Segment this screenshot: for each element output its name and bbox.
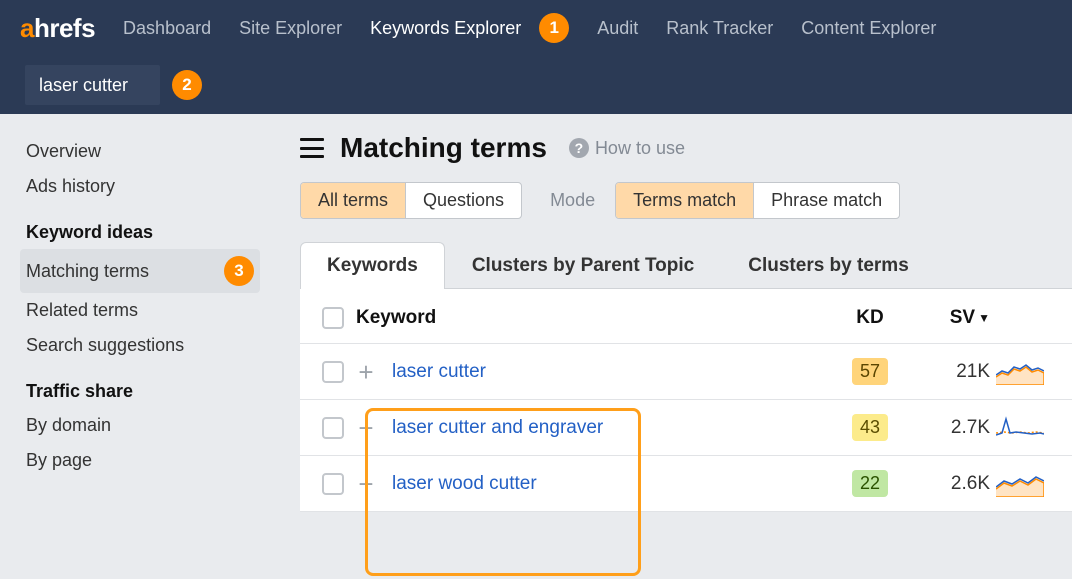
- filter-terms-match[interactable]: Terms match: [616, 183, 753, 218]
- column-keyword[interactable]: Keyword: [356, 307, 840, 329]
- annotation-badge-2: 2: [172, 70, 202, 100]
- nav-site-explorer[interactable]: Site Explorer: [239, 18, 342, 39]
- sidebar-section-keyword-ideas: Keyword ideas: [20, 204, 260, 249]
- column-sv[interactable]: SV▼: [900, 307, 990, 329]
- sidebar-section-traffic-share: Traffic share: [20, 363, 260, 408]
- table-tabs: Keywords Clusters by Parent Topic Cluste…: [300, 241, 1072, 289]
- sidebar-item-related-terms[interactable]: Related terms: [20, 293, 260, 328]
- nav-keywords-explorer[interactable]: Keywords Explorer: [370, 18, 521, 39]
- hamburger-icon[interactable]: [300, 138, 324, 158]
- sidebar-item-label: Matching terms: [26, 261, 149, 282]
- row-checkbox[interactable]: [322, 417, 344, 439]
- kd-value: 43: [852, 414, 888, 441]
- column-kd[interactable]: KD: [840, 307, 900, 329]
- main-content: Matching terms ? How to use All terms Qu…: [272, 114, 1072, 579]
- sidebar-item-by-domain[interactable]: By domain: [20, 408, 260, 443]
- filter-phrase-match[interactable]: Phrase match: [753, 183, 899, 218]
- nav-dashboard[interactable]: Dashboard: [123, 18, 211, 39]
- keyword-link[interactable]: laser wood cutter: [392, 473, 840, 495]
- row-checkbox[interactable]: [322, 361, 344, 383]
- nav-content-explorer[interactable]: Content Explorer: [801, 18, 936, 39]
- main-nav: Dashboard Site Explorer Keywords Explore…: [123, 13, 936, 43]
- nav-rank-tracker[interactable]: Rank Tracker: [666, 18, 773, 39]
- sort-desc-icon: ▼: [978, 311, 990, 325]
- row-checkbox[interactable]: [322, 473, 344, 495]
- sv-value: 2.6K: [900, 473, 990, 495]
- sv-value: 21K: [900, 361, 990, 383]
- keyword-search-input[interactable]: [25, 65, 160, 105]
- sidebar-item-matching-terms[interactable]: Matching terms 3: [20, 249, 260, 293]
- table-row: + laser cutter 57 21K: [300, 344, 1072, 400]
- sv-value: 2.7K: [900, 417, 990, 439]
- keyword-link[interactable]: laser cutter and engraver: [392, 417, 840, 439]
- search-bar: 2: [0, 56, 1072, 114]
- mode-filter-group: Terms match Phrase match: [615, 182, 900, 219]
- select-all-checkbox[interactable]: [322, 307, 344, 329]
- nav-audit[interactable]: Audit: [597, 18, 638, 39]
- tab-clusters-terms[interactable]: Clusters by terms: [721, 242, 936, 289]
- sidebar: Overview Ads history Keyword ideas Match…: [0, 114, 272, 579]
- table-row: + laser wood cutter 22 2.6K: [300, 456, 1072, 512]
- annotation-badge-3: 3: [224, 256, 254, 286]
- trend-sparkline: [990, 359, 1050, 385]
- keywords-table: Keyword KD SV▼ + laser cutter 57 21K +: [300, 289, 1072, 512]
- kd-value: 22: [852, 470, 888, 497]
- help-icon: ?: [569, 138, 589, 158]
- add-keyword-icon[interactable]: +: [354, 360, 378, 384]
- table-row: + laser cutter and engraver 43 2.7K: [300, 400, 1072, 456]
- how-to-use-link[interactable]: ? How to use: [569, 138, 685, 159]
- sidebar-item-by-page[interactable]: By page: [20, 443, 260, 478]
- filter-questions[interactable]: Questions: [405, 183, 521, 218]
- sidebar-item-ads-history[interactable]: Ads history: [20, 169, 260, 204]
- keyword-link[interactable]: laser cutter: [392, 361, 840, 383]
- tab-keywords[interactable]: Keywords: [300, 242, 445, 289]
- tab-clusters-parent[interactable]: Clusters by Parent Topic: [445, 242, 721, 289]
- top-nav-bar: ahrefs Dashboard Site Explorer Keywords …: [0, 0, 1072, 56]
- sidebar-item-search-suggestions[interactable]: Search suggestions: [20, 328, 260, 363]
- kd-value: 57: [852, 358, 888, 385]
- filter-all-terms[interactable]: All terms: [301, 183, 405, 218]
- annotation-badge-1: 1: [539, 13, 569, 43]
- help-label: How to use: [595, 138, 685, 159]
- add-keyword-icon[interactable]: +: [354, 472, 378, 496]
- add-keyword-icon[interactable]: +: [354, 416, 378, 440]
- terms-filter-group: All terms Questions: [300, 182, 522, 219]
- trend-sparkline: [990, 415, 1050, 441]
- logo[interactable]: ahrefs: [20, 13, 95, 44]
- mode-label: Mode: [538, 190, 599, 211]
- sidebar-item-overview[interactable]: Overview: [20, 134, 260, 169]
- table-header-row: Keyword KD SV▼: [300, 289, 1072, 344]
- trend-sparkline: [990, 471, 1050, 497]
- page-title: Matching terms: [340, 132, 547, 164]
